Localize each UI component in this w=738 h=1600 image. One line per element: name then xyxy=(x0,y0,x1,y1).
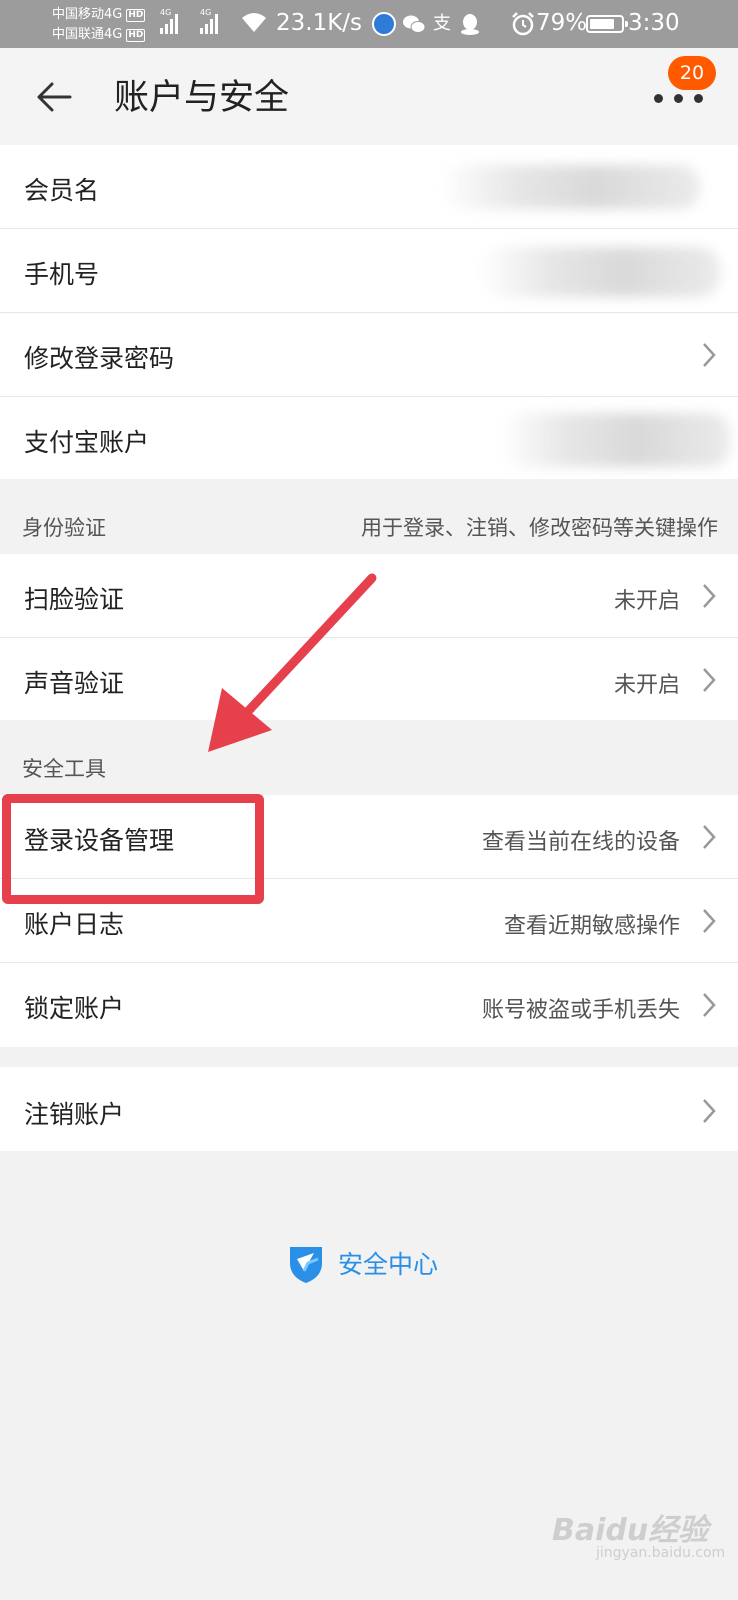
row-status: 未开启 xyxy=(613,673,680,698)
section-title: 身份验证 xyxy=(22,516,106,540)
row-label: 修改登录密码 xyxy=(24,344,175,373)
lock-account-row[interactable]: 锁定账户 账号被盗或手机丢失 xyxy=(0,963,738,1047)
row-label: 会员名 xyxy=(24,176,100,205)
battery-percent: 79% xyxy=(536,10,588,36)
chevron-right-icon xyxy=(703,1099,716,1123)
row-label: 锁定账户 xyxy=(24,994,125,1023)
network-label: 4G xyxy=(200,8,212,17)
watermark-url: jingyan.baidu.com xyxy=(596,1545,726,1561)
annotation-arrow xyxy=(208,573,377,752)
signal-icon: 4G xyxy=(160,8,178,34)
redacted-value xyxy=(500,413,730,467)
row-label: 声音验证 xyxy=(24,669,125,698)
row-label: 账户日志 xyxy=(24,910,125,939)
row-description: 查看当前在线的设备 xyxy=(481,830,680,855)
chevron-right-icon xyxy=(703,343,716,367)
alipay-account-row[interactable]: 支付宝账户 xyxy=(0,397,738,479)
clock: 3:30 xyxy=(628,10,680,36)
row-label: 支付宝账户 xyxy=(24,428,150,457)
carrier-2: 中国联通4G xyxy=(52,27,123,42)
wechat-icon xyxy=(403,15,426,33)
chevron-right-icon xyxy=(703,993,716,1017)
row-label: 注销账户 xyxy=(24,1100,125,1129)
alipay-icon: 支 xyxy=(433,13,451,34)
section-title: 安全工具 xyxy=(22,757,106,781)
chevron-right-icon xyxy=(703,825,716,849)
brand-name: 安全中心 xyxy=(338,1250,439,1279)
wifi-icon xyxy=(242,13,266,32)
carrier-1: 中国移动4G xyxy=(52,7,123,22)
back-arrow-icon[interactable] xyxy=(30,72,80,122)
message-count-badge: 20 xyxy=(668,56,716,90)
redacted-value xyxy=(440,165,700,209)
network-label: 4G xyxy=(160,8,172,17)
signal-icon: 4G xyxy=(200,8,218,34)
nav-header: 账户与安全 20 xyxy=(0,48,738,145)
status-bar: 中国移动4G HD 中国联通4G HD 4G 4G 23.1K/s 支 79% 3:… xyxy=(0,0,738,48)
row-label: 扫脸验证 xyxy=(24,585,125,614)
browser-icon xyxy=(372,12,396,36)
hd-badge: HD xyxy=(126,8,146,22)
security-center-brand: 安全中心 xyxy=(284,1238,438,1288)
chevron-right-icon xyxy=(703,909,716,933)
member-name-row[interactable]: 会员名 xyxy=(0,145,738,229)
row-status: 未开启 xyxy=(613,589,680,614)
chevron-right-icon xyxy=(703,584,716,608)
row-description: 账号被盗或手机丢失 xyxy=(481,998,680,1023)
annotation-highlight-box xyxy=(2,794,264,904)
shield-icon xyxy=(290,1247,322,1283)
battery-fill xyxy=(590,19,614,29)
network-speed: 23.1K/s xyxy=(276,10,363,36)
watermark: Baidu经验 xyxy=(552,1513,709,1548)
section-description: 用于登录、注销、修改密码等关键操作 xyxy=(361,516,718,540)
carrier-info: 中国移动4G HD 中国联通4G HD xyxy=(52,5,146,45)
battery-icon xyxy=(586,15,628,33)
row-label: 手机号 xyxy=(24,260,100,289)
phone-row[interactable]: 手机号 xyxy=(0,229,738,313)
identity-section-header: 身份验证 用于登录、注销、修改密码等关键操作 xyxy=(0,479,738,554)
page-title: 账户与安全 xyxy=(114,78,290,118)
alarm-icon xyxy=(512,12,534,36)
qq-icon xyxy=(461,14,479,35)
chevron-right-icon xyxy=(703,668,716,692)
hd-badge: HD xyxy=(126,28,146,42)
redacted-value xyxy=(480,247,720,297)
row-description: 查看近期敏感操作 xyxy=(503,914,680,939)
cancel-account-row[interactable]: 注销账户 xyxy=(0,1067,738,1151)
change-password-row[interactable]: 修改登录密码 xyxy=(0,313,738,397)
